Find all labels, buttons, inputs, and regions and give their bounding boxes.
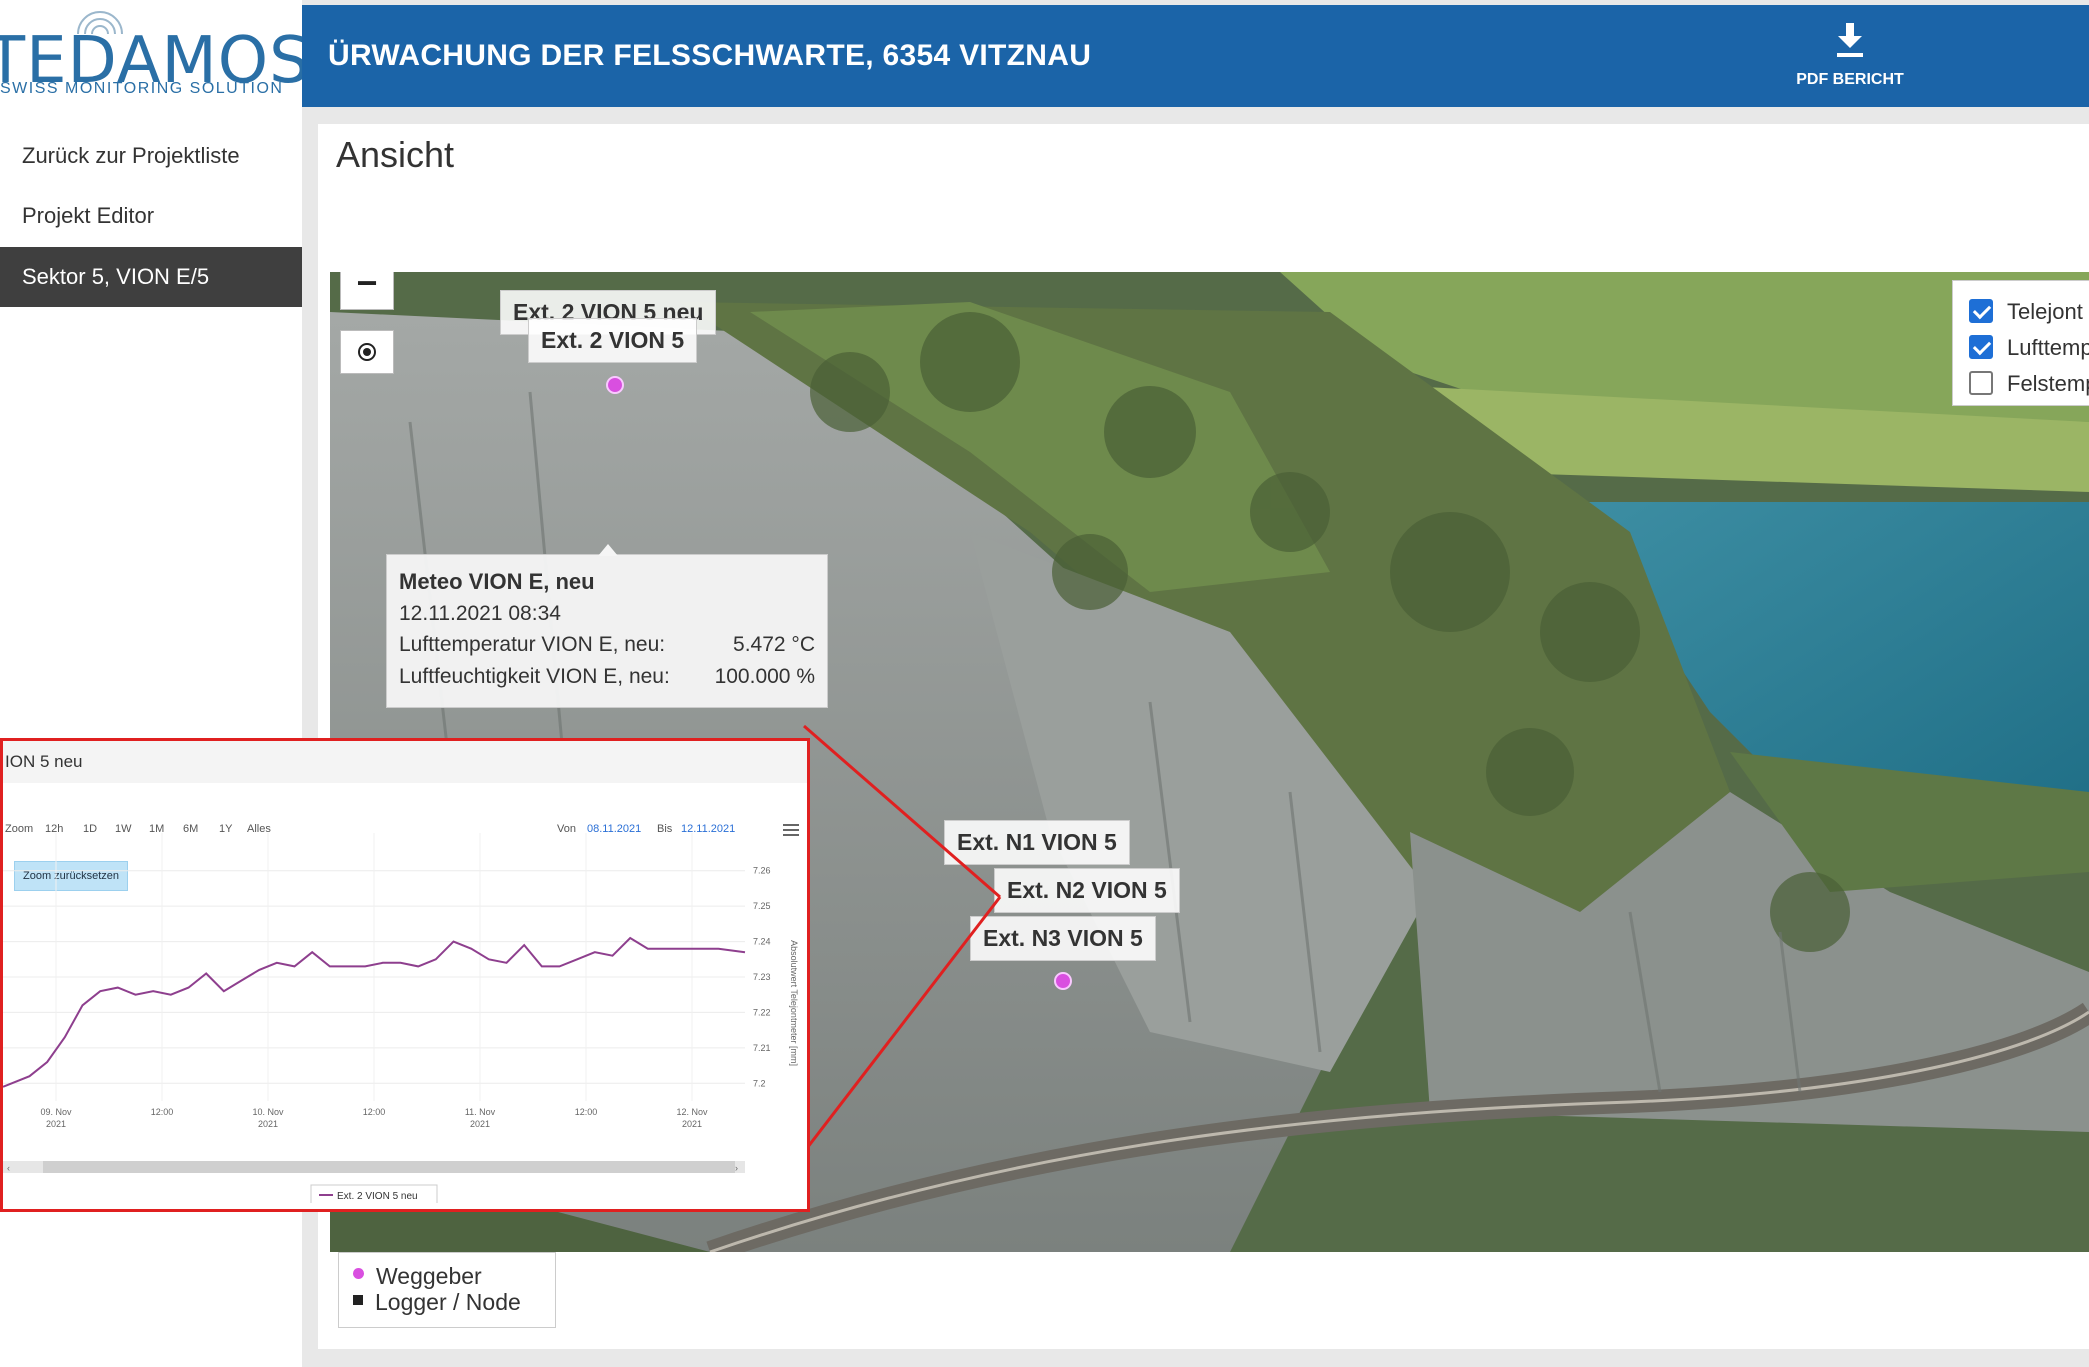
legend-series-label[interactable]: Ext. 2 VION 5 neu (337, 1191, 418, 1202)
sidebar-item-project-list[interactable]: Zurück zur Projektliste (0, 126, 302, 186)
layer-label: Lufttemp (2007, 335, 2089, 360)
layer-telejont[interactable]: Telejont (1969, 295, 2083, 329)
map-label-n1[interactable]: Ext. N1 VION 5 (944, 820, 1130, 865)
x-tick-year: 2021 (682, 1119, 702, 1129)
tooltip-pointer (598, 544, 618, 556)
tooltip-row-label: Luftfeuchtigkeit VION E, neu: (399, 665, 670, 688)
download-icon (1837, 23, 1863, 57)
tooltip-row-value: 5.472 °C (733, 633, 815, 656)
tooltip-row-label: Lufttemperatur VION E, neu: (399, 633, 666, 656)
navigator-scrollbar[interactable] (43, 1161, 735, 1173)
line-chart: 7.26 7.25 7.24 7.23 7.22 7.21 7.2 09. Nov 2021 1… (3, 833, 799, 1203)
y-tick-label: 7.23 (753, 972, 771, 982)
tooltip-row: Lufttemperatur VION E, neu: 5.472 °C (399, 629, 815, 661)
x-tick-label: 10. Nov (252, 1107, 284, 1117)
tooltip-date: 12.11.2021 08:34 (399, 602, 561, 625)
map-legend: Weggeber Logger / Node (338, 1252, 556, 1328)
x-tick-label: 12:00 (363, 1107, 386, 1117)
project-title: ÜRWACHUNG DER FELSSCHWARTE, 6354 VITZNAU (328, 39, 1092, 72)
layer-checkbox[interactable] (1969, 299, 1993, 324)
layer-label: Telejont (2007, 299, 2083, 324)
pdf-report-button[interactable]: PDF BERICHT (1770, 15, 1930, 95)
layer-checkbox[interactable] (1969, 371, 1993, 396)
layer-control: Telejont Lufttemp Felstemp (1952, 280, 2089, 406)
legend-label: Logger / Node (375, 1289, 521, 1315)
tooltip-row-value: 100.000 % (714, 665, 815, 688)
magenta-dot-icon (353, 1268, 364, 1280)
page-title: Ansicht (336, 134, 455, 175)
x-tick-year: 2021 (258, 1119, 278, 1129)
map-label-n2[interactable]: Ext. N2 VION 5 (994, 868, 1180, 913)
logo-tagline: SWISS MONITORING SOLUTION (0, 80, 284, 97)
layer-felstemp[interactable]: Felstemp (1969, 367, 2089, 401)
sidebar-item-sector[interactable]: Sektor 5, VION E/5 (0, 247, 302, 307)
y-tick-label: 7.2 (753, 1078, 766, 1088)
x-tick-year: 2021 (46, 1119, 66, 1129)
y-tick-label: 7.22 (753, 1007, 771, 1017)
scroll-right-arrow-icon[interactable]: › (735, 1163, 738, 1173)
x-tick-label: 12:00 (575, 1107, 598, 1117)
y-tick-label: 7.26 (753, 866, 771, 876)
y-tick-label: 7.25 (753, 901, 771, 911)
chart-inset: ION 5 neu Zoom 12h 1D 1W 1M 6M 1Y Alles … (0, 738, 810, 1212)
x-tick-label: 12. Nov (676, 1107, 708, 1117)
y-axis-label: Absolutwert Telejontmeter [mm] (789, 940, 799, 1066)
zoom-out-button[interactable]: − (340, 272, 394, 310)
legend-item-logger: Logger / Node (353, 1289, 521, 1316)
legend-label: Weggeber (376, 1263, 482, 1289)
map-label-ext2[interactable]: Ext. 2 VION 5 (528, 318, 698, 363)
map-label-n3[interactable]: Ext. N3 VION 5 (970, 916, 1156, 961)
meteo-tooltip: Meteo VION E, neu 12.11.2021 08:34 Luftt… (386, 554, 828, 708)
layer-lufttemp[interactable]: Lufttemp (1969, 331, 2089, 365)
x-tick-year: 2021 (470, 1119, 490, 1129)
locate-button[interactable] (340, 330, 394, 374)
tooltip-row: Luftfeuchtigkeit VION E, neu: 100.000 % (399, 661, 815, 693)
logo[interactable]: TEDAMOS SWISS MONITORING SOLUTION (0, 0, 302, 110)
sensor-marker-ext2[interactable] (606, 376, 624, 394)
locate-icon (358, 343, 376, 361)
black-square-icon (353, 1294, 363, 1305)
legend-item-weggeber: Weggeber (353, 1263, 482, 1290)
x-tick-label: 09. Nov (40, 1107, 72, 1117)
sensor-marker-n3[interactable] (1054, 972, 1072, 990)
pdf-report-label: PDF BERICHT (1796, 71, 1904, 88)
y-tick-label: 7.21 (753, 1043, 771, 1053)
sidebar-item-project-editor[interactable]: Projekt Editor (0, 186, 302, 246)
y-tick-label: 7.24 (753, 937, 771, 947)
layer-label: Felstemp (2007, 371, 2089, 396)
app-header: ÜRWACHUNG DER FELSSCHWARTE, 6354 VITZNAU… (302, 5, 2089, 107)
layer-checkbox[interactable] (1969, 335, 1993, 360)
scroll-left-arrow-icon[interactable]: ‹ (7, 1163, 10, 1173)
x-tick-label: 12:00 (151, 1107, 174, 1117)
x-tick-label: 11. Nov (465, 1107, 496, 1117)
chart-title: ION 5 neu (3, 741, 807, 783)
tooltip-title: Meteo VION E, neu (399, 569, 595, 594)
